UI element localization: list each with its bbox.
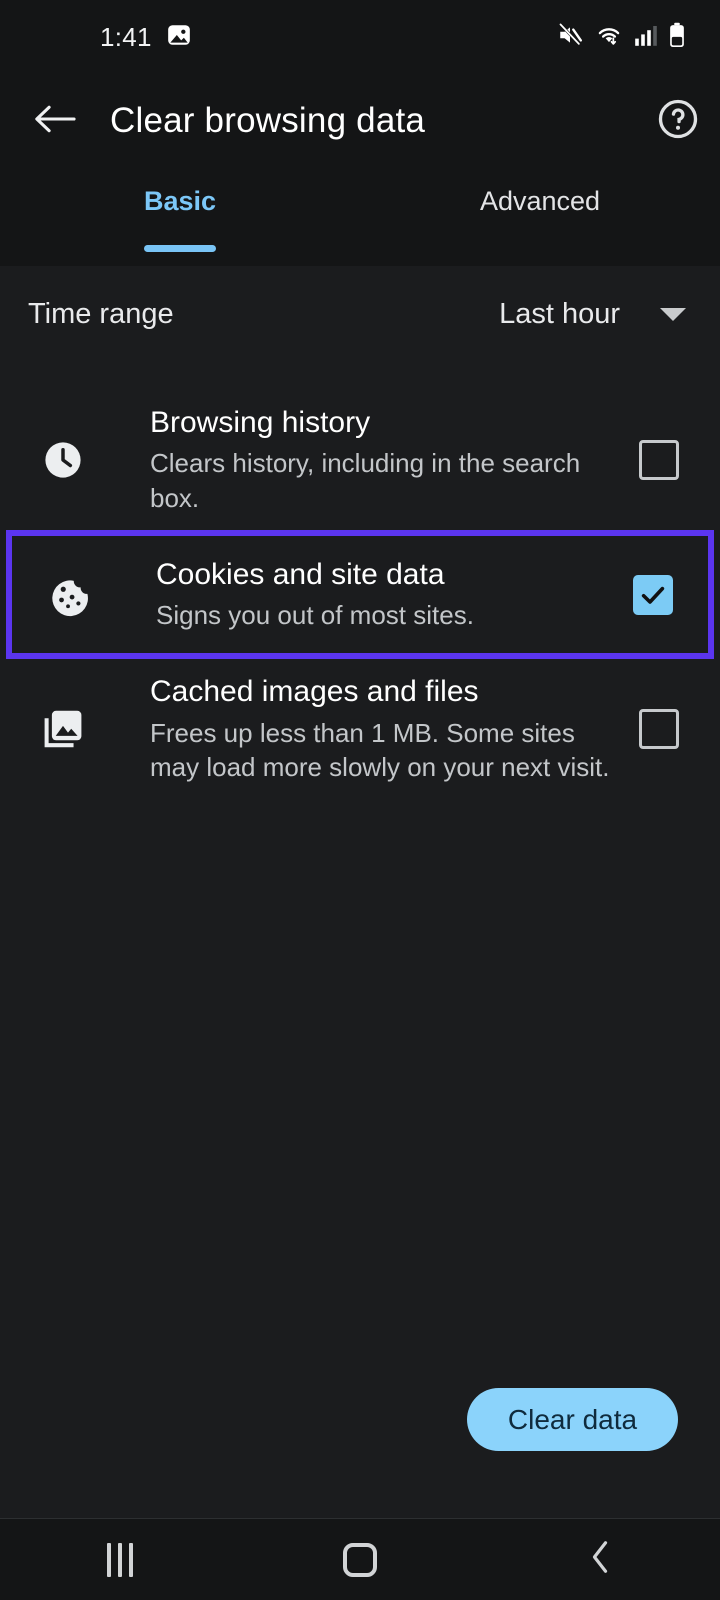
status-bar-right — [556, 22, 686, 53]
row-text: Cached images and files Frees up less th… — [100, 673, 626, 785]
tab-bar: Basic Advanced — [0, 168, 720, 266]
home-icon — [343, 1542, 377, 1577]
clear-data-button[interactable]: Clear data — [467, 1388, 678, 1451]
phone-screen: 1:41 Clear browsing data Basic Advanced … — [0, 0, 720, 1600]
checkbox-checked-icon — [633, 574, 673, 615]
mute-icon — [556, 22, 584, 53]
time-range-selector[interactable]: Time range Last hour — [0, 266, 720, 362]
back-button[interactable] — [12, 102, 98, 141]
back-chevron-icon — [587, 1538, 613, 1581]
back-arrow-icon — [33, 102, 77, 141]
data-type-list: Browsing history Clears history, includi… — [0, 390, 720, 799]
row-title: Browsing history — [150, 406, 371, 439]
time-range-label: Time range — [28, 297, 174, 330]
system-navigation-bar — [0, 1518, 720, 1600]
checkbox-cookies-and-site-data[interactable] — [620, 574, 686, 615]
page-title: Clear browsing data — [110, 101, 426, 140]
clock-icon — [26, 438, 100, 482]
checkbox-unchecked-icon — [639, 440, 679, 481]
battery-icon — [668, 22, 686, 53]
row-title: Cached images and files — [150, 675, 479, 709]
wifi-icon — [594, 22, 624, 53]
clear-data-button-label: Clear data — [507, 1403, 638, 1435]
table-row[interactable]: Browsing history Clears history, includi… — [0, 390, 720, 530]
tab-basic-label: Basic — [143, 186, 217, 216]
chevron-down-icon — [660, 307, 686, 321]
row-description: Frees up less than 1 MB. Some sites may … — [150, 717, 610, 783]
checkbox-unchecked-icon — [639, 709, 679, 750]
tab-active-indicator — [144, 245, 216, 252]
status-bar-clock: 1:41 — [100, 21, 152, 52]
help-circle-icon — [657, 98, 699, 145]
tab-basic[interactable]: Basic — [0, 168, 360, 266]
row-text: Browsing history Clears history, includi… — [100, 404, 626, 516]
recents-icon — [107, 1542, 133, 1577]
home-button[interactable] — [240, 1542, 480, 1577]
row-description: Signs you out of most sites. — [156, 600, 474, 631]
time-range-value: Last hour — [499, 297, 620, 330]
nav-back-button[interactable] — [480, 1538, 720, 1581]
row-text: Cookies and site data Signs you out of m… — [106, 556, 620, 633]
status-bar-left: 1:41 — [0, 22, 192, 53]
help-button[interactable] — [636, 98, 720, 145]
table-row-highlighted[interactable]: Cookies and site data Signs you out of m… — [6, 530, 714, 660]
tab-advanced-label: Advanced — [479, 186, 601, 216]
checkbox-cached-images-and-files[interactable] — [626, 709, 692, 750]
recents-button[interactable] — [0, 1542, 240, 1577]
row-title: Cookies and site data — [156, 558, 445, 592]
row-description: Clears history, including in the search … — [150, 448, 581, 514]
status-bar: 1:41 — [0, 0, 720, 74]
checkbox-browsing-history[interactable] — [626, 440, 692, 481]
cellular-signal-icon — [634, 23, 658, 52]
cookie-icon — [32, 572, 106, 618]
tab-advanced[interactable]: Advanced — [360, 168, 720, 266]
images-icon — [26, 706, 100, 752]
app-bar: Clear browsing data — [0, 74, 720, 168]
table-row[interactable]: Cached images and files Frees up less th… — [0, 659, 720, 799]
image-icon — [166, 22, 192, 53]
